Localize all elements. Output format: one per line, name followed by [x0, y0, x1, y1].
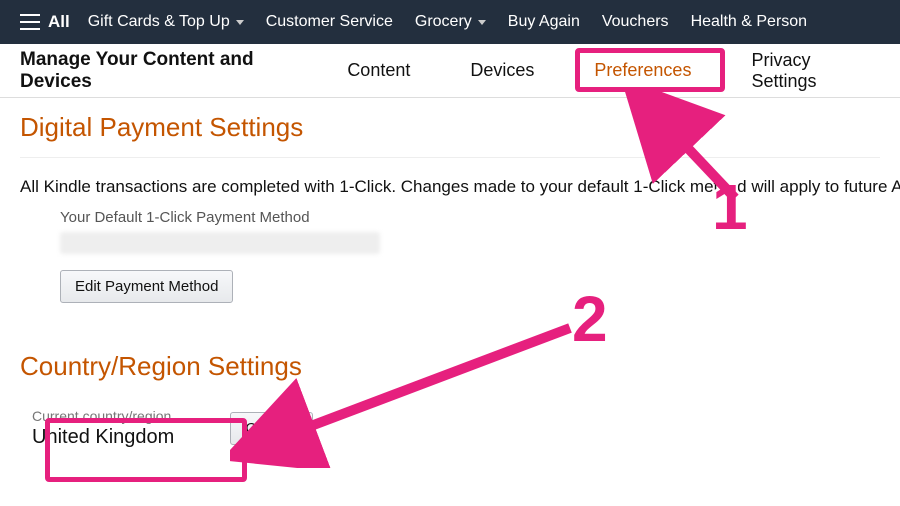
tab-devices[interactable]: Devices [470, 54, 534, 87]
edit-payment-button[interactable]: Edit Payment Method [60, 270, 233, 303]
nav-customer-service[interactable]: Customer Service [266, 13, 393, 31]
tab-privacy[interactable]: Privacy Settings [751, 44, 850, 98]
nav-grocery[interactable]: Grocery [415, 13, 486, 31]
caret-icon [236, 20, 244, 25]
nav-vouchers[interactable]: Vouchers [602, 13, 669, 31]
tab-preferences[interactable]: Preferences [594, 54, 691, 87]
hamburger-icon[interactable] [20, 14, 40, 30]
current-country-box: Current country/region United Kingdom [20, 400, 196, 457]
nav-gift-cards[interactable]: Gift Cards & Top Up [88, 13, 244, 31]
page-title: Manage Your Content and Devices [20, 49, 257, 93]
divider [20, 157, 880, 158]
change-country-button[interactable]: Change [230, 412, 313, 445]
tab-content[interactable]: Content [347, 54, 410, 87]
payment-method-redacted [60, 232, 380, 254]
preferences-content: Digital Payment Settings All Kindle tran… [0, 98, 900, 457]
nav-all[interactable]: All [48, 12, 70, 32]
current-country-label: Current country/region [32, 408, 174, 424]
current-country-value: United Kingdom [32, 426, 174, 449]
global-nav: All Gift Cards & Top Up Customer Service… [0, 0, 900, 44]
digital-payment-heading: Digital Payment Settings [20, 112, 880, 143]
country-region-heading: Country/Region Settings [20, 351, 880, 382]
payment-blurb: All Kindle transactions are completed wi… [20, 176, 880, 199]
nav-buy-again[interactable]: Buy Again [508, 13, 580, 31]
nav-health[interactable]: Health & Person [691, 13, 808, 31]
default-payment-label: Your Default 1-Click Payment Method [60, 209, 880, 226]
mycd-subnav: Manage Your Content and Devices Content … [0, 44, 900, 98]
caret-icon [478, 20, 486, 25]
